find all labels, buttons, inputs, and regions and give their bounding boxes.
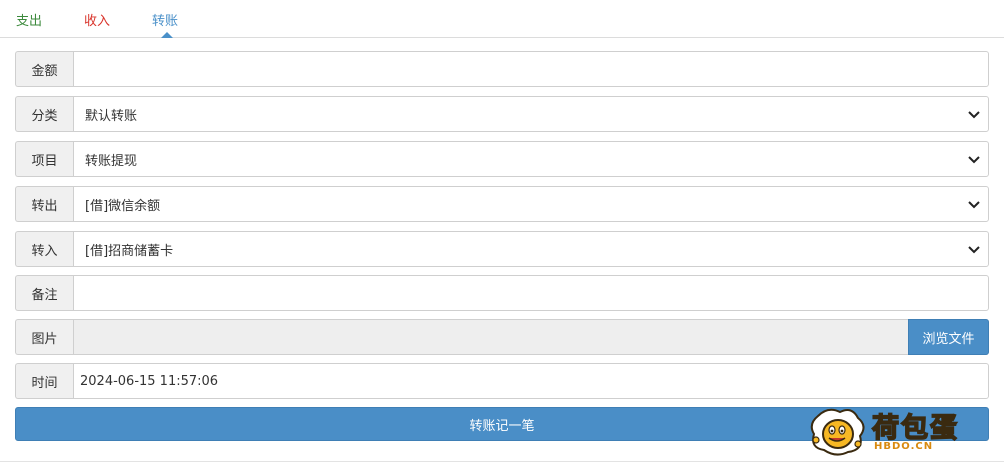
project-row: 项目 转账提现 bbox=[15, 141, 989, 177]
browse-file-button[interactable]: 浏览文件 bbox=[908, 319, 989, 355]
watermark-subtext: HBDO.CN bbox=[874, 441, 934, 452]
from-account-label: 转出 bbox=[15, 186, 73, 222]
watermark-text: 荷包蛋 bbox=[871, 412, 959, 445]
project-select[interactable]: 转账提现 bbox=[73, 141, 989, 177]
chevron-down-icon bbox=[968, 201, 980, 209]
amount-input[interactable] bbox=[73, 51, 989, 87]
tab-income[interactable]: 收入 bbox=[84, 10, 110, 29]
time-label: 时间 bbox=[15, 363, 73, 399]
watermark-logo: 荷包蛋 HBDO.CN bbox=[808, 404, 998, 460]
chevron-down-icon bbox=[968, 111, 980, 119]
project-value: 转账提现 bbox=[85, 153, 138, 169]
time-input[interactable]: 2024-06-15 11:57:06 bbox=[73, 363, 989, 399]
category-row: 分类 默认转账 bbox=[15, 96, 989, 132]
tab-expense[interactable]: 支出 bbox=[16, 10, 42, 29]
project-label: 项目 bbox=[15, 141, 73, 177]
active-tab-indicator bbox=[161, 32, 173, 38]
to-account-row: 转入 [借]招商储蓄卡 bbox=[15, 231, 989, 267]
from-account-value: [借]微信余额 bbox=[85, 198, 161, 214]
category-label: 分类 bbox=[15, 96, 73, 132]
egg-mascot-icon bbox=[810, 408, 865, 456]
note-label: 备注 bbox=[15, 275, 73, 311]
from-account-row: 转出 [借]微信余额 bbox=[15, 186, 989, 222]
tab-transfer[interactable]: 转账 bbox=[152, 10, 178, 29]
note-input[interactable] bbox=[73, 275, 989, 311]
note-row: 备注 bbox=[15, 275, 989, 311]
image-file-input[interactable]: 浏览文件 bbox=[73, 319, 989, 355]
time-row: 时间 2024-06-15 11:57:06 bbox=[15, 363, 989, 399]
bottom-divider bbox=[0, 461, 1004, 462]
from-account-select[interactable]: [借]微信余额 bbox=[73, 186, 989, 222]
chevron-down-icon bbox=[968, 156, 980, 164]
image-row: 图片 浏览文件 bbox=[15, 319, 989, 355]
category-value: 默认转账 bbox=[85, 108, 138, 124]
amount-row: 金额 bbox=[15, 51, 989, 87]
to-account-select[interactable]: [借]招商储蓄卡 bbox=[73, 231, 989, 267]
to-account-value: [借]招商储蓄卡 bbox=[85, 243, 174, 259]
chevron-down-icon bbox=[968, 246, 980, 254]
category-select[interactable]: 默认转账 bbox=[73, 96, 989, 132]
image-label: 图片 bbox=[15, 319, 73, 355]
to-account-label: 转入 bbox=[15, 231, 73, 267]
amount-label: 金额 bbox=[15, 51, 73, 87]
type-tabs: 支出 收入 转账 bbox=[0, 0, 1004, 38]
